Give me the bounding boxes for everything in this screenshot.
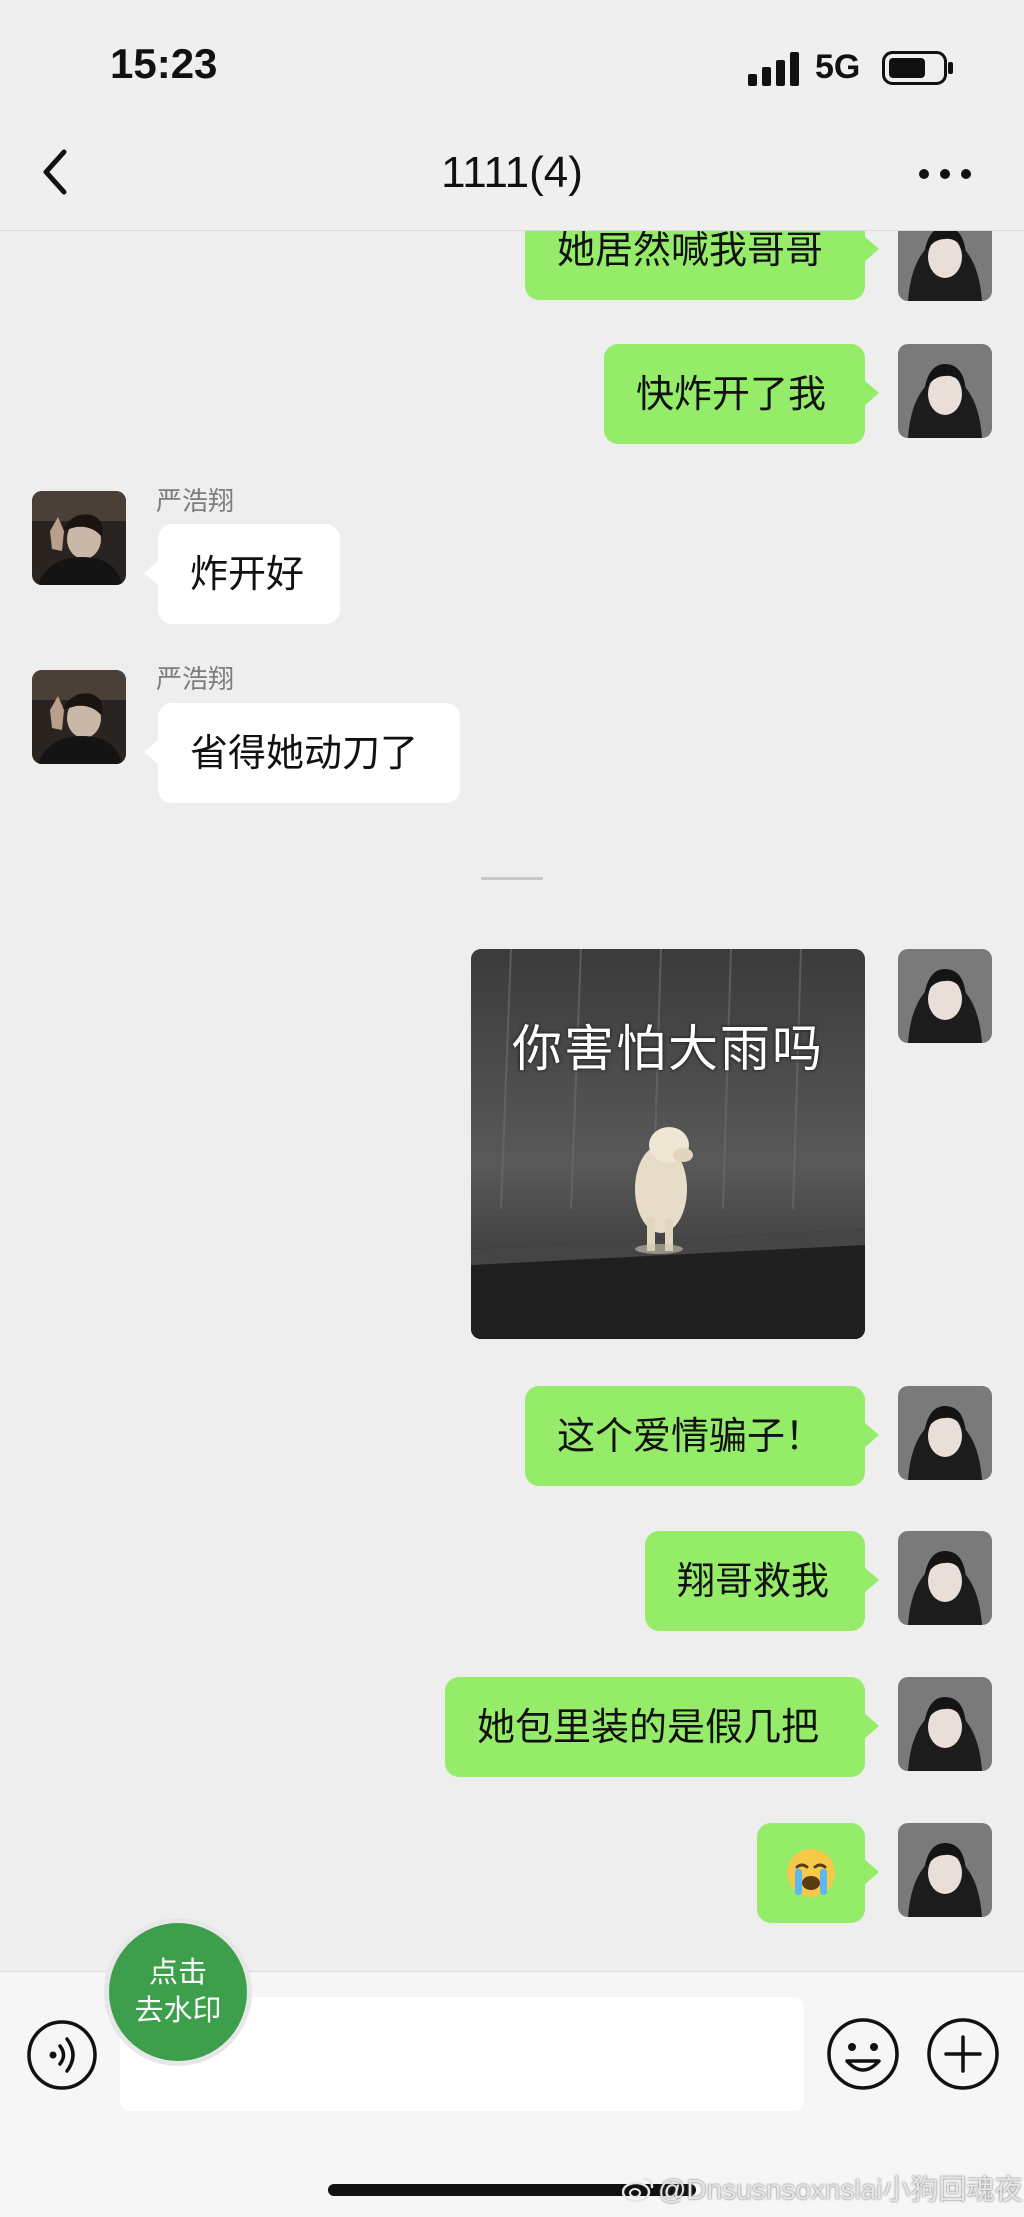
message-text: 炸开好 bbox=[190, 552, 305, 596]
message-bubble-outgoing[interactable] bbox=[757, 1823, 879, 1923]
network-type-label: 5G bbox=[815, 48, 861, 86]
remove-watermark-line1: 点击 bbox=[148, 1955, 207, 1989]
chat-title: 1111(4) bbox=[441, 148, 583, 197]
avatar-self[interactable] bbox=[898, 1823, 992, 1917]
loudly-crying-face-icon bbox=[787, 1849, 835, 1897]
more-actions-button[interactable] bbox=[926, 2017, 1000, 2091]
avatar-self[interactable] bbox=[898, 949, 992, 1043]
plus-icon bbox=[927, 2018, 999, 2090]
avatar-self[interactable] bbox=[898, 231, 992, 301]
more-options-button[interactable] bbox=[910, 146, 980, 202]
sticker-image[interactable]: 你害怕大雨吗 bbox=[471, 949, 865, 1339]
avatar-self[interactable] bbox=[898, 344, 992, 438]
avatar-contact[interactable] bbox=[32, 491, 126, 585]
time-divider bbox=[481, 877, 543, 880]
message-text: 这个爱情骗子！ bbox=[557, 1414, 824, 1458]
avatar-self[interactable] bbox=[898, 1677, 992, 1771]
message-bubble-outgoing[interactable]: 她包里装的是假几把 bbox=[445, 1677, 879, 1777]
avatar-self[interactable] bbox=[898, 1386, 992, 1480]
chat-header: 1111(4) bbox=[0, 120, 1024, 231]
message-text: 快炸开了我 bbox=[636, 372, 827, 416]
message-text: 她居然喊我哥哥 bbox=[557, 231, 824, 272]
ellipsis-icon bbox=[919, 169, 971, 179]
weibo-logo-icon bbox=[622, 2177, 654, 2203]
avatar-self[interactable] bbox=[898, 1531, 992, 1625]
status-time: 15:23 bbox=[110, 40, 218, 87]
signal-strength-icon bbox=[748, 52, 799, 86]
smiley-icon bbox=[827, 2018, 899, 2090]
emoji-button[interactable] bbox=[826, 2017, 900, 2091]
status-bar: 15:23 5G bbox=[0, 0, 1024, 120]
battery-icon bbox=[882, 51, 953, 85]
weibo-credit: @Dnsusnsoxnslai小狗回魂夜 bbox=[622, 2168, 1023, 2208]
remove-watermark-line2: 去水印 bbox=[134, 1993, 222, 2027]
weibo-credit-text: @Dnsusnsoxnslai小狗回魂夜 bbox=[658, 2174, 1023, 2205]
message-bubble-outgoing[interactable]: 这个爱情骗子！ bbox=[525, 1386, 879, 1486]
message-list[interactable]: 她居然喊我哥哥 快炸开了我 严浩翔 炸开好 严浩翔 省得她动刀了 你害怕大雨吗 … bbox=[0, 231, 1024, 1971]
message-text: 省得她动刀了 bbox=[190, 731, 419, 775]
remove-watermark-button[interactable]: 点击 去水印 bbox=[104, 1918, 252, 2066]
message-bubble-outgoing[interactable]: 快炸开了我 bbox=[604, 344, 879, 444]
sticker-caption: 你害怕大雨吗 bbox=[512, 1020, 824, 1078]
voice-input-button[interactable] bbox=[26, 2019, 98, 2091]
message-bubble-outgoing[interactable]: 她居然喊我哥哥 bbox=[525, 231, 879, 300]
message-text: 翔哥救我 bbox=[677, 1559, 830, 1603]
message-bubble-incoming[interactable]: 省得她动刀了 bbox=[144, 703, 460, 803]
voice-icon bbox=[27, 2020, 97, 2090]
message-bubble-incoming[interactable]: 炸开好 bbox=[144, 524, 340, 624]
sender-name: 严浩翔 bbox=[156, 665, 235, 695]
avatar-contact[interactable] bbox=[32, 670, 126, 764]
sticker-graphic bbox=[471, 949, 865, 1339]
sender-name: 严浩翔 bbox=[156, 487, 235, 517]
message-bubble-outgoing[interactable]: 翔哥救我 bbox=[645, 1531, 879, 1631]
message-text: 她包里装的是假几把 bbox=[477, 1705, 820, 1749]
